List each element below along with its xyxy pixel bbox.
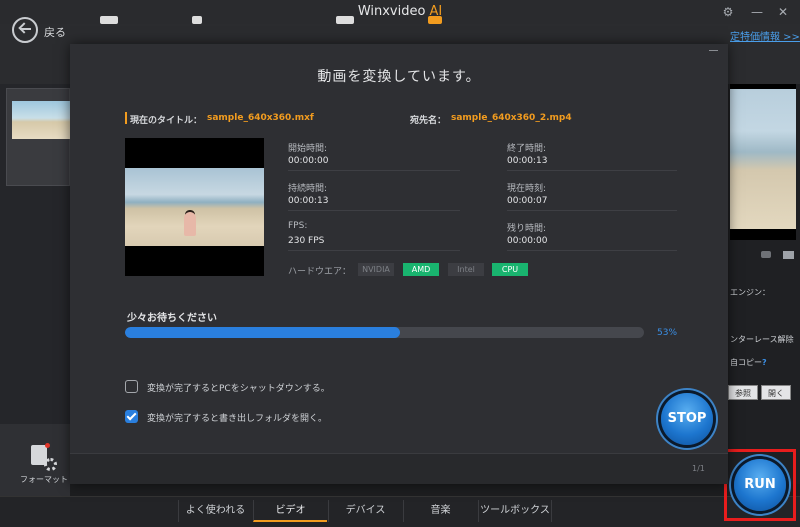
engine-label: エンジン： — [730, 288, 770, 297]
run-button[interactable]: RUN — [734, 459, 786, 511]
current-title-value: sample_640x360.mxf — [207, 113, 314, 123]
info-divider — [288, 170, 460, 171]
tab-toolbox[interactable]: ツールボックス — [478, 500, 552, 522]
info-divider — [507, 170, 677, 171]
tab-video[interactable]: ビデオ — [253, 500, 327, 522]
format-label[interactable]: フォーマット — [20, 474, 68, 485]
folder-icon[interactable] — [783, 251, 794, 259]
dialog-title: 動画を変換しています。 — [317, 69, 481, 85]
app-title-text: Winxvideo — [357, 4, 426, 19]
current-time-value: 00:00:07 — [507, 196, 548, 206]
add-photo-icon[interactable] — [336, 16, 354, 24]
current-title-label: 現在のタイトル： — [130, 116, 203, 126]
dialog-minimize-button[interactable] — [709, 50, 718, 51]
app-title: Winxvideo AI — [0, 4, 800, 19]
fps-value: 230 FPS — [288, 236, 325, 246]
tab-device[interactable]: デバイス — [328, 500, 402, 522]
remaining-time-value: 00:00:00 — [507, 236, 548, 246]
add-video-icon[interactable] — [100, 16, 118, 24]
tab-music[interactable]: 音楽 — [403, 500, 477, 522]
page-indicator: 1/1 — [692, 464, 705, 473]
back-arrow-icon[interactable] — [12, 17, 38, 43]
fps-label: FPS: — [288, 221, 308, 231]
back-label[interactable]: 戻る — [44, 24, 66, 40]
hw-chip-amd: AMD — [403, 263, 439, 276]
start-time-value: 00:00:00 — [288, 156, 329, 166]
format-gear-icon — [44, 458, 57, 471]
info-divider — [507, 250, 677, 251]
tab-popular[interactable]: よく使われる — [178, 500, 252, 522]
toolbox-icon[interactable] — [428, 16, 442, 24]
copy-option[interactable]: 自コピー? — [730, 357, 767, 368]
copy-label: 自コピー — [730, 358, 762, 367]
info-divider — [507, 210, 677, 211]
add-url-icon[interactable] — [192, 16, 202, 24]
destination-value: sample_640x360_2.mp4 — [451, 113, 572, 123]
progress-bar — [125, 327, 644, 338]
progress-fill — [125, 327, 401, 338]
close-button[interactable]: ✕ — [774, 3, 792, 21]
info-divider — [288, 210, 460, 211]
notification-dot-icon — [45, 443, 50, 448]
video-figure — [184, 212, 196, 236]
file-card[interactable] — [6, 88, 71, 186]
file-thumbnail — [12, 101, 71, 139]
current-time-label: 現在時刻: — [507, 184, 547, 194]
open-folder-button[interactable]: 開く — [761, 385, 791, 400]
special-offer-link[interactable]: 定特価情報 >> — [730, 28, 800, 43]
dialog-footer — [70, 453, 728, 484]
hw-chip-nvidia: NVIDIA — [358, 263, 394, 276]
hw-chip-cpu: CPU — [492, 263, 528, 276]
open-folder-option-label[interactable]: 変換が完了すると書き出しフォルダを開く。 — [147, 411, 327, 424]
duration-value: 00:00:13 — [288, 196, 329, 206]
hw-chip-intel: Intel — [448, 263, 484, 276]
duration-label: 持続時間: — [288, 184, 328, 194]
camera-icon[interactable] — [761, 251, 771, 258]
preview-image — [730, 89, 796, 229]
remaining-time-label: 残り時間: — [507, 224, 547, 234]
gear-icon[interactable]: ⚙ — [719, 3, 737, 21]
hardware-label: ハードウエア： — [288, 267, 352, 277]
open-folder-checkbox[interactable] — [125, 410, 138, 423]
title-accent-bar — [125, 112, 127, 124]
start-time-label: 開始時間: — [288, 144, 328, 154]
progress-label: 少々お待ちください — [127, 313, 217, 324]
minimize-button[interactable]: — — [748, 3, 766, 21]
progress-percent: 53% — [657, 328, 678, 338]
help-icon[interactable]: ? — [762, 358, 767, 367]
deinterlace-option[interactable]: ンターレース解除 — [730, 334, 794, 345]
end-time-value: 00:00:13 — [507, 156, 548, 166]
stop-button[interactable]: STOP — [661, 393, 713, 445]
shutdown-option-label[interactable]: 変換が完了するとPCをシャットダウンする。 — [147, 381, 330, 394]
end-time-label: 終了時間: — [507, 144, 547, 154]
shutdown-checkbox[interactable] — [125, 380, 138, 393]
preview-window — [730, 84, 796, 240]
info-divider — [288, 250, 460, 251]
browse-button[interactable]: 参照 — [728, 385, 758, 400]
destination-label: 宛先名： — [410, 116, 447, 126]
